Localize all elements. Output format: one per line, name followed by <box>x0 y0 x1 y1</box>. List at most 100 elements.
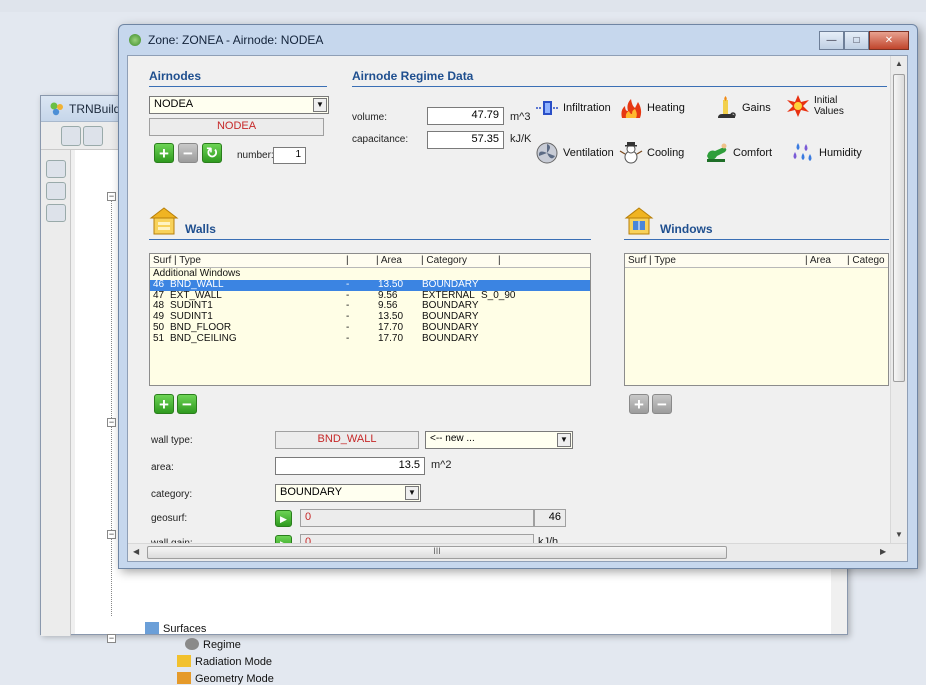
geosurf-field[interactable]: 0 <box>300 509 534 527</box>
zone-icon <box>129 34 141 46</box>
dialog-titlebar[interactable]: Zone: ZONEA - Airnode: NODEA — □ ✕ <box>119 25 917 55</box>
surfaces-icon <box>145 622 159 634</box>
area-unit: m^2 <box>431 459 452 471</box>
airnode-select[interactable]: NODEA ▼ <box>149 96 329 114</box>
tree-item-surfaces[interactable]: Surfaces <box>145 622 206 635</box>
minimize-button[interactable]: — <box>819 31 844 50</box>
table-row[interactable]: 51 BND_CEILING -17.70 BOUNDARY <box>150 333 590 345</box>
geometry-mode-icon <box>177 672 191 684</box>
dialog-title: Zone: ZONEA - Airnode: NODEA <box>148 33 324 47</box>
refresh-airnode-button[interactable]: ↻ <box>202 143 222 163</box>
area-label: area: <box>151 462 174 473</box>
caption-buttons: — □ ✕ <box>819 31 909 50</box>
add-wall-button[interactable]: + <box>154 394 174 414</box>
table-row[interactable]: 48 SUDINT1-9.56 BOUNDARY <box>150 301 590 312</box>
capacitance-label: capacitance: <box>352 134 409 145</box>
col-sep: | <box>346 255 349 266</box>
ventilation-button[interactable]: Ventilation <box>534 141 614 165</box>
tree-expand-node[interactable]: − <box>107 418 116 427</box>
col-area[interactable]: | Area <box>805 255 831 266</box>
col-type[interactable]: | Type <box>649 255 676 266</box>
chevron-down-icon[interactable]: ▼ <box>405 486 419 500</box>
gains-button[interactable]: Gains <box>713 96 771 120</box>
col-category[interactable]: | Category <box>421 255 467 266</box>
wall-type-display: BND_WALL <box>275 431 419 449</box>
volume-unit: m^3 <box>510 111 531 123</box>
maximize-button[interactable]: □ <box>844 31 869 50</box>
close-button[interactable]: ✕ <box>869 31 909 50</box>
walls-list[interactable]: Surf | Type | | Area | Category | Additi… <box>149 253 591 386</box>
windows-header: Windows <box>660 222 713 236</box>
col-area[interactable]: | Area <box>376 255 402 266</box>
vertical-scroll-thumb[interactable] <box>893 74 905 382</box>
scroll-right-icon[interactable]: ▶ <box>880 547 886 556</box>
tree-item-geometry-mode[interactable]: Geometry Mode <box>177 672 274 685</box>
tree-connector <box>111 196 112 616</box>
geosurf-play-button[interactable]: ▶ <box>275 510 292 527</box>
zone-airnode-dialog: Zone: ZONEA - Airnode: NODEA — □ ✕ Airno… <box>118 24 918 569</box>
infiltration-button[interactable]: Infiltration <box>534 96 611 120</box>
comfort-button[interactable]: Comfort <box>704 141 772 165</box>
heating-icon <box>621 99 642 118</box>
area-field[interactable]: 13.5 <box>275 457 425 475</box>
gains-icon <box>718 96 736 118</box>
regime-rule <box>352 86 887 87</box>
toolbar-view-button[interactable] <box>61 126 81 146</box>
add-window-button[interactable]: + <box>629 394 649 414</box>
wall-type-select[interactable]: <-- new ... ▼ <box>425 431 573 449</box>
trnbuild-logo-icon <box>50 102 63 116</box>
cooling-icon <box>619 142 643 164</box>
left-tool-1-button[interactable] <box>46 160 66 178</box>
col-surf[interactable]: Surf <box>628 255 646 266</box>
tree-expand-root[interactable]: − <box>107 192 116 201</box>
col-category[interactable]: | Catego <box>847 255 885 266</box>
humidity-icon <box>793 143 812 161</box>
dialog-vertical-scrollbar[interactable]: ▲ ▼ <box>890 56 907 544</box>
geosurf-number: 46 <box>534 509 566 527</box>
windows-house-icon <box>624 207 654 235</box>
category-select[interactable]: BOUNDARY ▼ <box>275 484 421 502</box>
initial-values-button[interactable]: Initial Values <box>785 94 850 118</box>
humidity-button[interactable]: Humidity <box>790 141 862 165</box>
scroll-up-icon[interactable]: ▲ <box>895 59 903 68</box>
chevron-down-icon[interactable]: ▼ <box>557 433 571 447</box>
walls-house-icon <box>149 207 179 235</box>
col-surf[interactable]: Surf <box>153 255 171 266</box>
cooling-button[interactable]: Cooling <box>618 141 684 165</box>
remove-window-button[interactable]: − <box>652 394 672 414</box>
left-tool-2-button[interactable] <box>46 182 66 200</box>
add-airnode-button[interactable]: + <box>154 143 174 163</box>
col-type[interactable]: | Type <box>174 255 201 266</box>
heating-button[interactable]: Heating <box>618 96 685 120</box>
windows-list[interactable]: Surf | Type | Area | Catego <box>624 253 889 386</box>
remove-wall-button[interactable]: − <box>177 394 197 414</box>
regime-icon <box>185 638 199 650</box>
dialog-client-area: Airnodes NODEA ▼ NODEA + − ↻ number: 1 A… <box>127 55 908 562</box>
walls-rows: Additional Windows 46 BND_WALL -13.50 BOUND… <box>150 268 590 345</box>
chevron-down-icon[interactable]: ▼ <box>313 98 327 112</box>
remove-airnode-button[interactable]: − <box>178 143 198 163</box>
tree-item-regime[interactable]: Regime <box>185 638 241 651</box>
comfort-icon <box>707 143 727 162</box>
toolbar-globe-button[interactable] <box>83 126 103 146</box>
airnodes-header: Airnodes <box>149 69 202 83</box>
number-field[interactable]: 1 <box>273 147 306 164</box>
dialog-horizontal-scrollbar[interactable]: ◀ III ▶ <box>128 543 907 561</box>
horizontal-scroll-thumb[interactable]: III <box>147 546 727 559</box>
trnbuild-scrollbar[interactable] <box>831 566 845 634</box>
capacitance-field[interactable]: 57.35 <box>427 131 504 149</box>
walls-list-header: Surf | Type | | Area | Category | <box>150 254 590 268</box>
volume-field[interactable]: 47.79 <box>427 107 504 125</box>
tree-expand-node[interactable]: − <box>107 634 116 643</box>
left-tool-3-button[interactable] <box>46 204 66 222</box>
scroll-left-icon[interactable]: ◀ <box>133 547 139 556</box>
tree-expand-node[interactable]: − <box>107 530 116 539</box>
table-row[interactable]: 47 EXT_WALL -9.56 EXTERNAL S_0_90 <box>150 290 590 302</box>
wall-type-label: wall type: <box>151 435 193 446</box>
airnodes-rule <box>149 86 327 87</box>
scroll-down-icon[interactable]: ▼ <box>895 530 903 539</box>
ventilation-icon <box>536 142 558 164</box>
geosurf-label: geosurf: <box>151 513 188 524</box>
airnode-name-display: NODEA <box>149 118 324 136</box>
table-row[interactable]: 46 BND_WALL -13.50 BOUNDARY <box>150 279 590 291</box>
